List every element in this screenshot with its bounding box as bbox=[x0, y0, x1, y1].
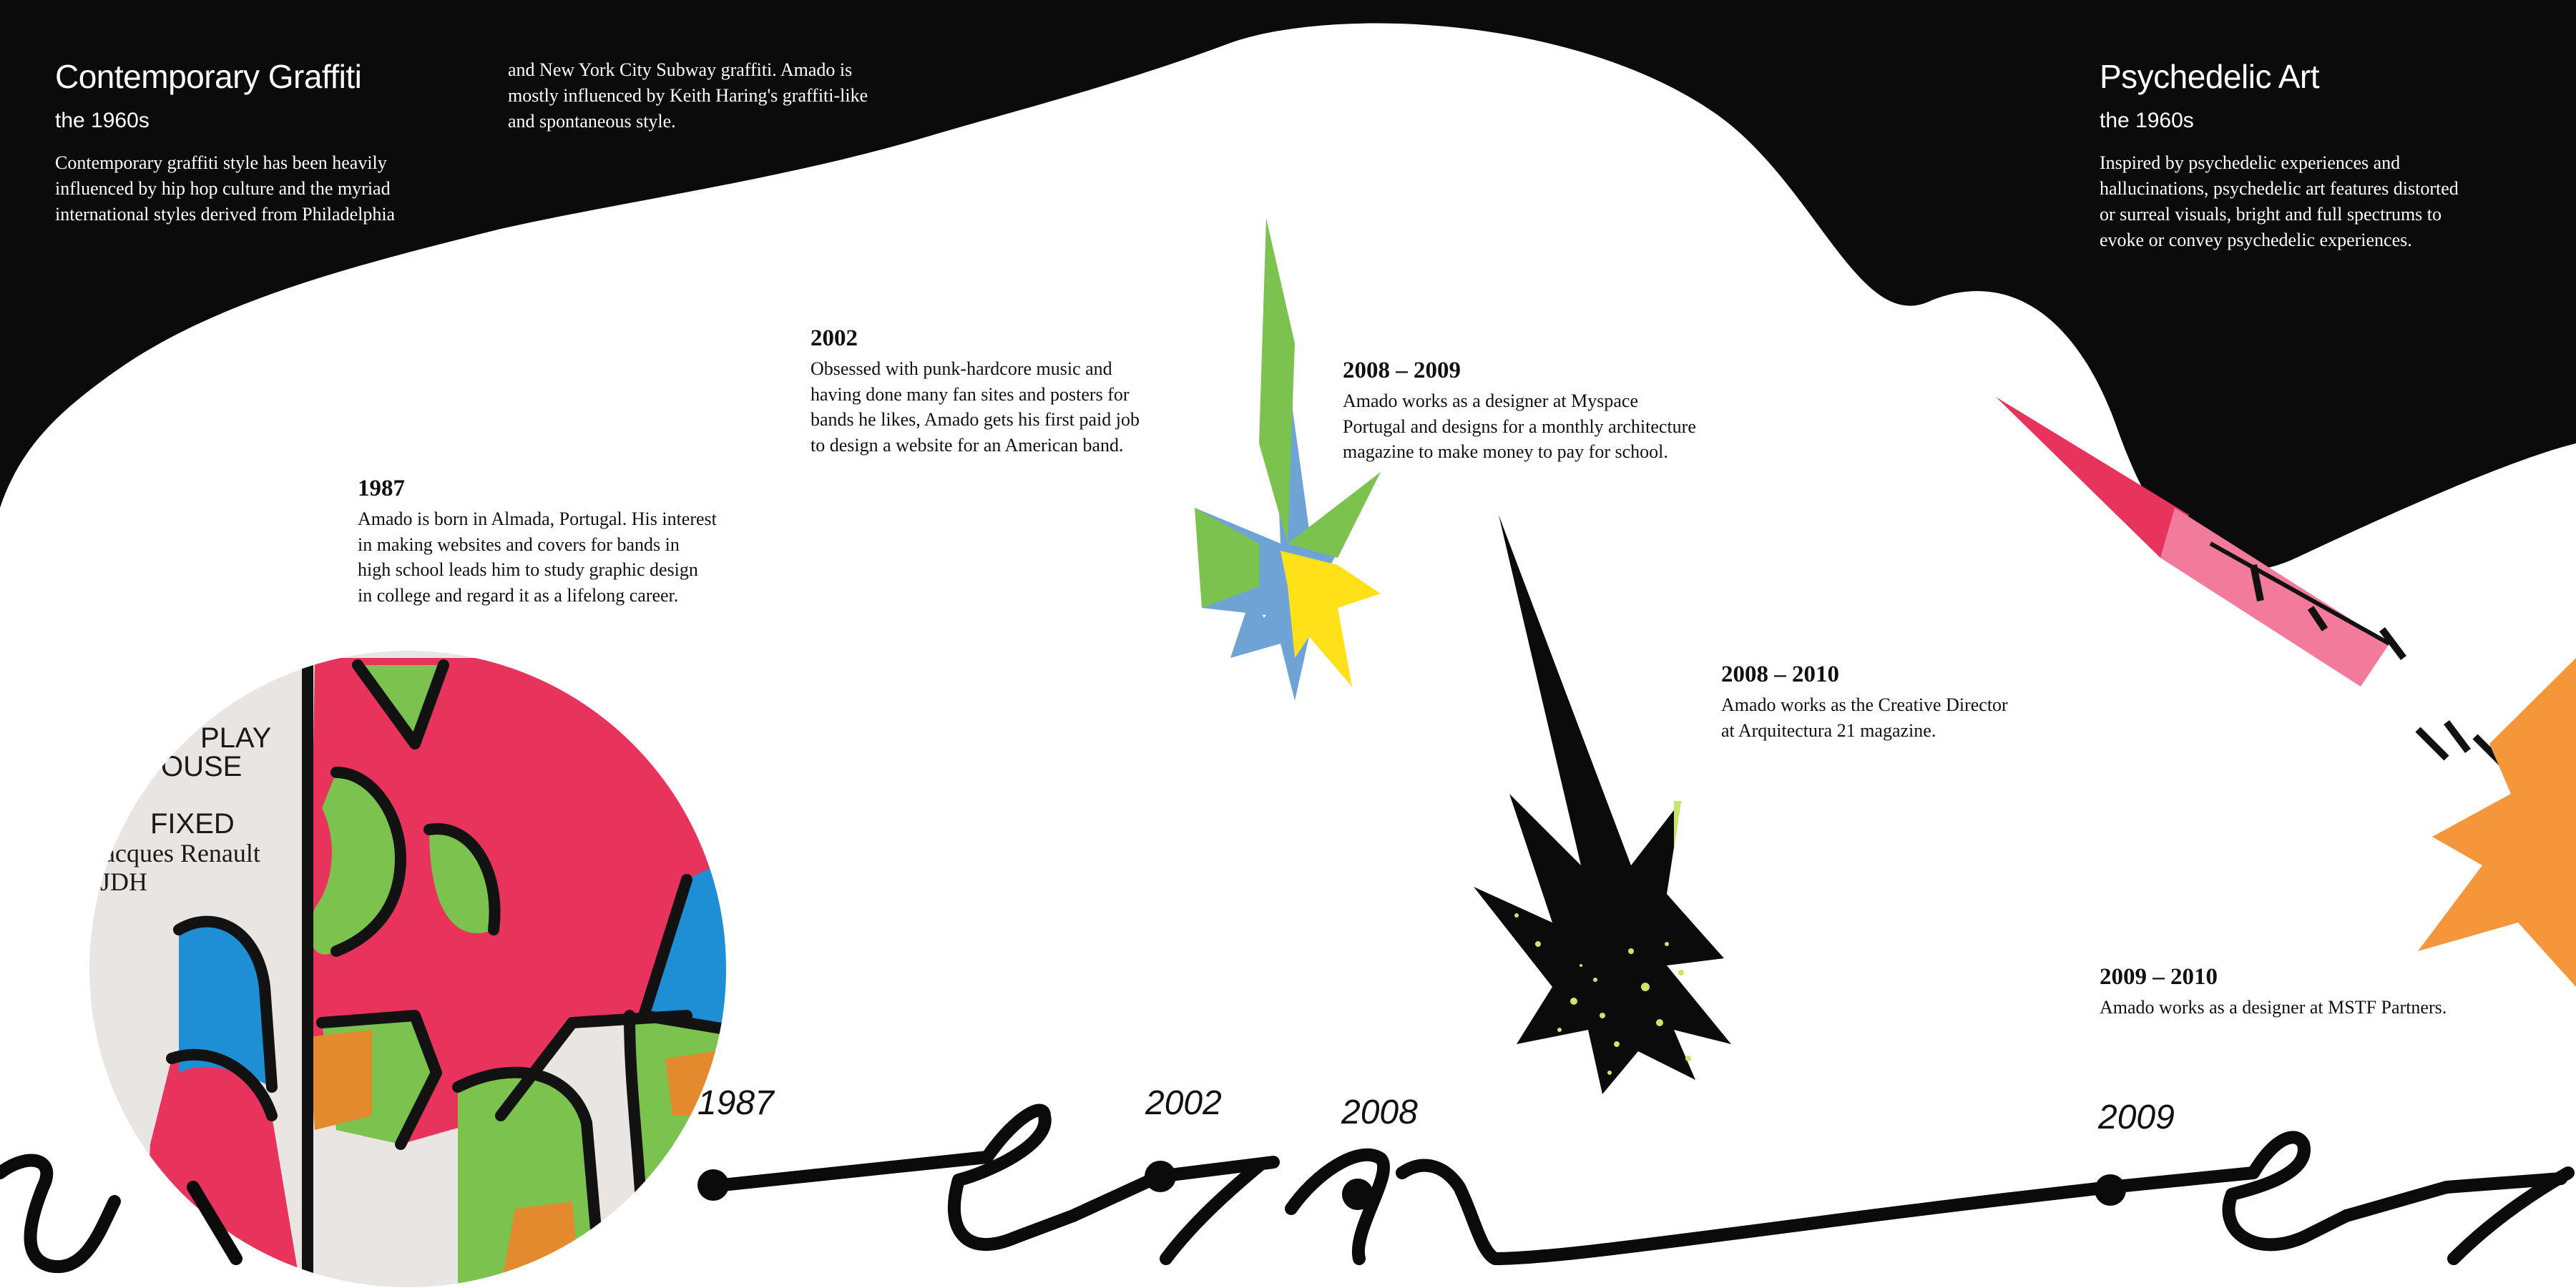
poster-text-2: OUSE bbox=[161, 751, 242, 782]
timeline-label-2009: 2009 bbox=[2098, 1098, 2175, 1136]
panel-body-continuation: and New York City Subway graffiti. Amado… bbox=[508, 59, 868, 132]
event-2008-2009: 2008 – 2009 Amado works as a designer at… bbox=[1343, 358, 1801, 465]
event-text: Amado works as the Creative Director at … bbox=[1721, 694, 2008, 741]
event-year: 2009 – 2010 bbox=[2100, 964, 2218, 990]
event-year: 1987 bbox=[358, 476, 405, 501]
event-2002: 2002 Obsessed with punk-hardcore music a… bbox=[810, 325, 1254, 458]
event-year: 2008 – 2010 bbox=[1721, 662, 1839, 687]
poster-text-1: PLAY bbox=[200, 722, 271, 754]
panel-subtitle: the 1960s bbox=[2100, 109, 2194, 132]
panel-body: Inspired by psychedelic experiences and … bbox=[2100, 152, 2459, 250]
panel-title: Contemporary Graffiti bbox=[55, 58, 362, 95]
timeline-dot-2008 bbox=[1342, 1179, 1373, 1210]
timeline-label-2008: 2008 bbox=[1341, 1093, 1418, 1131]
timeline-dot-1987 bbox=[697, 1169, 729, 1201]
poster-text-4: acques Renault bbox=[104, 839, 260, 867]
panel-title: Psychedelic Art bbox=[2100, 58, 2319, 95]
event-2009-2010: 2009 – 2010 Amado works as a designer at… bbox=[2100, 964, 2557, 1021]
panel-subtitle: the 1960s bbox=[55, 109, 150, 132]
event-text: Amado is born in Almada, Portugal. His i… bbox=[358, 508, 717, 606]
timeline-label-1987: 1987 bbox=[697, 1084, 774, 1122]
timeline-label-2002: 2002 bbox=[1145, 1084, 1222, 1122]
event-text: Amado works as a designer at MSTF Partne… bbox=[2100, 997, 2447, 1018]
contemporary-graffiti-continuation: and New York City Subway graffiti. Amado… bbox=[508, 57, 951, 134]
spread: PLAY OUSE FIXED acques Renault JDH Conte… bbox=[0, 0, 2576, 1288]
panel-body: Contemporary graffiti style has been hea… bbox=[55, 152, 396, 225]
timeline-dot-2002 bbox=[1145, 1161, 1176, 1192]
psychedelic-art-panel: Psychedelic Art the 1960s Inspired by ps… bbox=[2100, 57, 2557, 253]
starburst-black bbox=[1474, 515, 1731, 1094]
event-2008-2010: 2008 – 2010 Amado works as the Creative … bbox=[1721, 662, 2165, 743]
poster-circle-image: PLAY OUSE FIXED acques Renault JDH bbox=[89, 651, 726, 1287]
event-text: Obsessed with punk-hardcore music and ha… bbox=[810, 358, 1140, 456]
event-year: 2002 bbox=[810, 325, 858, 351]
event-year: 2008 – 2009 bbox=[1343, 358, 1461, 383]
contemporary-graffiti-panel: Contemporary Graffiti the 1960s Contempo… bbox=[55, 57, 499, 227]
event-text: Amado works as a designer at Myspace Por… bbox=[1343, 390, 1696, 462]
timeline-dot-2009 bbox=[2095, 1174, 2126, 1206]
poster-text-3: FIXED bbox=[150, 808, 235, 840]
event-1987: 1987 Amado is born in Almada, Portugal. … bbox=[358, 476, 801, 608]
poster-text-5: JDH bbox=[100, 867, 147, 896]
